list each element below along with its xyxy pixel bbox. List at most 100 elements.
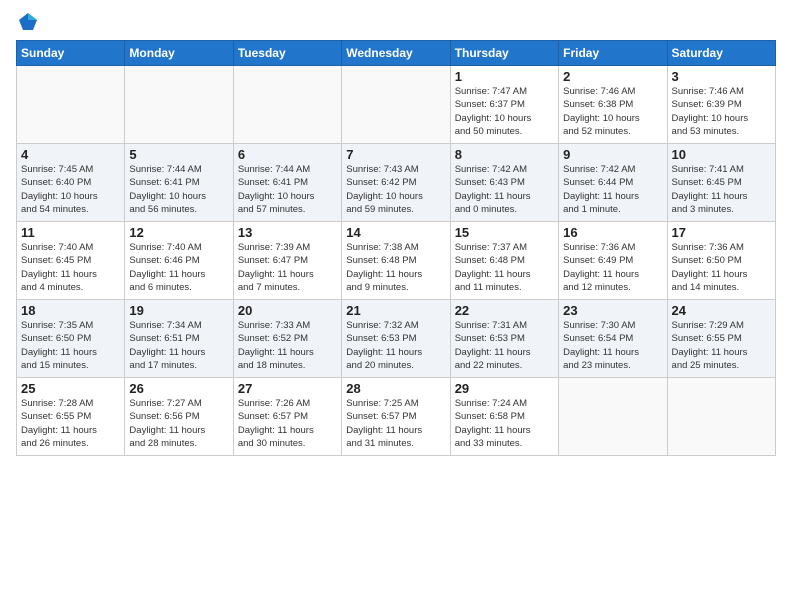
day-number: 25: [21, 381, 120, 396]
calendar-cell: [125, 66, 233, 144]
day-number: 7: [346, 147, 445, 162]
calendar-cell: 28Sunrise: 7:25 AM Sunset: 6:57 PM Dayli…: [342, 378, 450, 456]
day-number: 12: [129, 225, 228, 240]
weekday-header-wednesday: Wednesday: [342, 41, 450, 66]
weekday-header-friday: Friday: [559, 41, 667, 66]
calendar-cell: 29Sunrise: 7:24 AM Sunset: 6:58 PM Dayli…: [450, 378, 558, 456]
day-info: Sunrise: 7:36 AM Sunset: 6:49 PM Dayligh…: [563, 241, 662, 294]
day-info: Sunrise: 7:34 AM Sunset: 6:51 PM Dayligh…: [129, 319, 228, 372]
weekday-header-thursday: Thursday: [450, 41, 558, 66]
calendar-cell: [559, 378, 667, 456]
calendar-cell: 25Sunrise: 7:28 AM Sunset: 6:55 PM Dayli…: [17, 378, 125, 456]
calendar-cell: 24Sunrise: 7:29 AM Sunset: 6:55 PM Dayli…: [667, 300, 775, 378]
day-info: Sunrise: 7:26 AM Sunset: 6:57 PM Dayligh…: [238, 397, 337, 450]
calendar-cell: 22Sunrise: 7:31 AM Sunset: 6:53 PM Dayli…: [450, 300, 558, 378]
week-row-2: 4Sunrise: 7:45 AM Sunset: 6:40 PM Daylig…: [17, 144, 776, 222]
day-number: 17: [672, 225, 771, 240]
calendar-cell: 3Sunrise: 7:46 AM Sunset: 6:39 PM Daylig…: [667, 66, 775, 144]
weekday-header-tuesday: Tuesday: [233, 41, 341, 66]
week-row-5: 25Sunrise: 7:28 AM Sunset: 6:55 PM Dayli…: [17, 378, 776, 456]
calendar-cell: 2Sunrise: 7:46 AM Sunset: 6:38 PM Daylig…: [559, 66, 667, 144]
calendar-cell: 11Sunrise: 7:40 AM Sunset: 6:45 PM Dayli…: [17, 222, 125, 300]
day-info: Sunrise: 7:45 AM Sunset: 6:40 PM Dayligh…: [21, 163, 120, 216]
day-info: Sunrise: 7:44 AM Sunset: 6:41 PM Dayligh…: [238, 163, 337, 216]
day-number: 8: [455, 147, 554, 162]
calendar-cell: 9Sunrise: 7:42 AM Sunset: 6:44 PM Daylig…: [559, 144, 667, 222]
day-info: Sunrise: 7:30 AM Sunset: 6:54 PM Dayligh…: [563, 319, 662, 372]
day-info: Sunrise: 7:24 AM Sunset: 6:58 PM Dayligh…: [455, 397, 554, 450]
calendar-cell: 6Sunrise: 7:44 AM Sunset: 6:41 PM Daylig…: [233, 144, 341, 222]
day-number: 13: [238, 225, 337, 240]
calendar-cell: [233, 66, 341, 144]
day-number: 6: [238, 147, 337, 162]
day-number: 9: [563, 147, 662, 162]
calendar-cell: 19Sunrise: 7:34 AM Sunset: 6:51 PM Dayli…: [125, 300, 233, 378]
day-info: Sunrise: 7:38 AM Sunset: 6:48 PM Dayligh…: [346, 241, 445, 294]
day-info: Sunrise: 7:31 AM Sunset: 6:53 PM Dayligh…: [455, 319, 554, 372]
weekday-header-sunday: Sunday: [17, 41, 125, 66]
calendar-cell: [17, 66, 125, 144]
day-info: Sunrise: 7:40 AM Sunset: 6:46 PM Dayligh…: [129, 241, 228, 294]
calendar-cell: 17Sunrise: 7:36 AM Sunset: 6:50 PM Dayli…: [667, 222, 775, 300]
calendar-cell: 20Sunrise: 7:33 AM Sunset: 6:52 PM Dayli…: [233, 300, 341, 378]
day-info: Sunrise: 7:46 AM Sunset: 6:38 PM Dayligh…: [563, 85, 662, 138]
day-number: 3: [672, 69, 771, 84]
day-number: 19: [129, 303, 228, 318]
day-info: Sunrise: 7:39 AM Sunset: 6:47 PM Dayligh…: [238, 241, 337, 294]
day-info: Sunrise: 7:47 AM Sunset: 6:37 PM Dayligh…: [455, 85, 554, 138]
calendar-cell: [342, 66, 450, 144]
day-number: 21: [346, 303, 445, 318]
day-info: Sunrise: 7:43 AM Sunset: 6:42 PM Dayligh…: [346, 163, 445, 216]
day-info: Sunrise: 7:36 AM Sunset: 6:50 PM Dayligh…: [672, 241, 771, 294]
day-number: 22: [455, 303, 554, 318]
day-number: 29: [455, 381, 554, 396]
day-number: 14: [346, 225, 445, 240]
day-number: 28: [346, 381, 445, 396]
day-number: 18: [21, 303, 120, 318]
day-number: 26: [129, 381, 228, 396]
day-number: 23: [563, 303, 662, 318]
day-info: Sunrise: 7:27 AM Sunset: 6:56 PM Dayligh…: [129, 397, 228, 450]
logo-flag-icon: [18, 12, 38, 32]
calendar-cell: 1Sunrise: 7:47 AM Sunset: 6:37 PM Daylig…: [450, 66, 558, 144]
day-info: Sunrise: 7:40 AM Sunset: 6:45 PM Dayligh…: [21, 241, 120, 294]
calendar-cell: 18Sunrise: 7:35 AM Sunset: 6:50 PM Dayli…: [17, 300, 125, 378]
calendar-cell: 15Sunrise: 7:37 AM Sunset: 6:48 PM Dayli…: [450, 222, 558, 300]
logo: [16, 12, 38, 32]
day-number: 1: [455, 69, 554, 84]
day-info: Sunrise: 7:42 AM Sunset: 6:43 PM Dayligh…: [455, 163, 554, 216]
day-number: 20: [238, 303, 337, 318]
day-number: 2: [563, 69, 662, 84]
day-info: Sunrise: 7:37 AM Sunset: 6:48 PM Dayligh…: [455, 241, 554, 294]
calendar-table: SundayMondayTuesdayWednesdayThursdayFrid…: [16, 40, 776, 456]
day-number: 5: [129, 147, 228, 162]
day-number: 24: [672, 303, 771, 318]
calendar-cell: 16Sunrise: 7:36 AM Sunset: 6:49 PM Dayli…: [559, 222, 667, 300]
day-info: Sunrise: 7:33 AM Sunset: 6:52 PM Dayligh…: [238, 319, 337, 372]
week-row-4: 18Sunrise: 7:35 AM Sunset: 6:50 PM Dayli…: [17, 300, 776, 378]
weekday-header-saturday: Saturday: [667, 41, 775, 66]
calendar-cell: 10Sunrise: 7:41 AM Sunset: 6:45 PM Dayli…: [667, 144, 775, 222]
day-info: Sunrise: 7:46 AM Sunset: 6:39 PM Dayligh…: [672, 85, 771, 138]
calendar-cell: 27Sunrise: 7:26 AM Sunset: 6:57 PM Dayli…: [233, 378, 341, 456]
day-info: Sunrise: 7:28 AM Sunset: 6:55 PM Dayligh…: [21, 397, 120, 450]
week-row-3: 11Sunrise: 7:40 AM Sunset: 6:45 PM Dayli…: [17, 222, 776, 300]
day-number: 11: [21, 225, 120, 240]
calendar-cell: 21Sunrise: 7:32 AM Sunset: 6:53 PM Dayli…: [342, 300, 450, 378]
day-number: 15: [455, 225, 554, 240]
calendar-cell: 4Sunrise: 7:45 AM Sunset: 6:40 PM Daylig…: [17, 144, 125, 222]
weekday-header-monday: Monday: [125, 41, 233, 66]
calendar-cell: 8Sunrise: 7:42 AM Sunset: 6:43 PM Daylig…: [450, 144, 558, 222]
calendar-cell: 14Sunrise: 7:38 AM Sunset: 6:48 PM Dayli…: [342, 222, 450, 300]
calendar-cell: 26Sunrise: 7:27 AM Sunset: 6:56 PM Dayli…: [125, 378, 233, 456]
day-info: Sunrise: 7:41 AM Sunset: 6:45 PM Dayligh…: [672, 163, 771, 216]
day-info: Sunrise: 7:25 AM Sunset: 6:57 PM Dayligh…: [346, 397, 445, 450]
day-info: Sunrise: 7:32 AM Sunset: 6:53 PM Dayligh…: [346, 319, 445, 372]
day-number: 27: [238, 381, 337, 396]
calendar-cell: [667, 378, 775, 456]
calendar-cell: 13Sunrise: 7:39 AM Sunset: 6:47 PM Dayli…: [233, 222, 341, 300]
calendar-cell: 5Sunrise: 7:44 AM Sunset: 6:41 PM Daylig…: [125, 144, 233, 222]
header: [16, 12, 776, 32]
day-info: Sunrise: 7:29 AM Sunset: 6:55 PM Dayligh…: [672, 319, 771, 372]
week-row-1: 1Sunrise: 7:47 AM Sunset: 6:37 PM Daylig…: [17, 66, 776, 144]
